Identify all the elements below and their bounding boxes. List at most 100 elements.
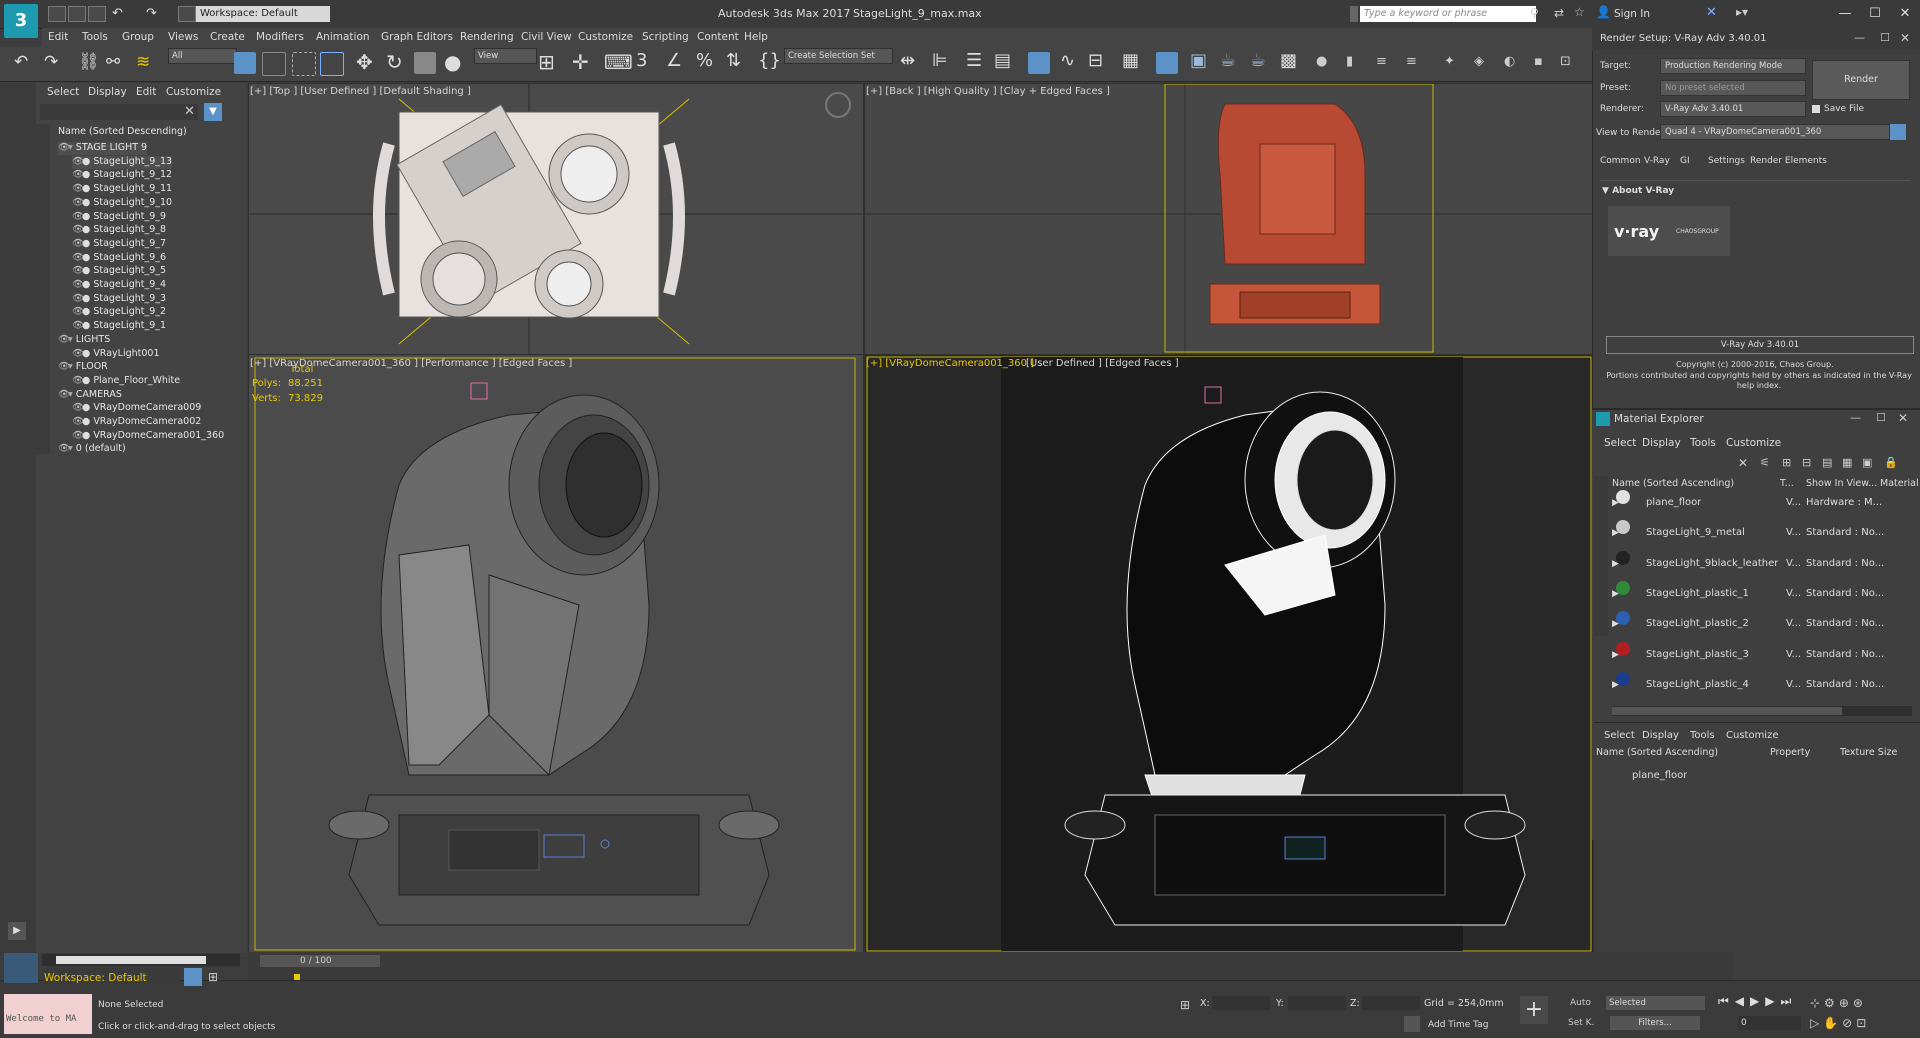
autodesk-a360-icon[interactable]: ✕ [1706, 5, 1717, 20]
render-setup-minimize[interactable]: — [1854, 31, 1865, 44]
menu-modifiers[interactable]: Modifiers [256, 31, 304, 43]
mat-lower-menu-customize[interactable]: Customize [1726, 730, 1779, 741]
scene-search-field[interactable] [40, 104, 198, 120]
schematic-view-icon[interactable]: ⊟ [1088, 50, 1103, 71]
pivot-icon[interactable]: ⊞ [538, 50, 555, 74]
material-show-in-view[interactable]: Standard : No... [1806, 588, 1884, 599]
time-tag-icon[interactable] [1404, 1016, 1420, 1032]
scene-menu-edit[interactable]: Edit [136, 86, 156, 98]
scene-tree-item[interactable]: 👁● VRayDomeCamera009 [72, 402, 201, 415]
expand-icon[interactable]: ▾ [68, 389, 76, 400]
visibility-eye-icon[interactable]: 👁 [72, 169, 84, 180]
search-input[interactable]: Type a keyword or phrase [1360, 6, 1536, 22]
visibility-eye-icon[interactable]: 👁 [72, 279, 84, 290]
mat-lower-header-name[interactable]: Name (Sorted Ascending) [1596, 747, 1718, 758]
render-production-icon[interactable]: ☕ [1220, 50, 1236, 71]
mat-header-t[interactable]: T... [1780, 478, 1794, 489]
viewport-top[interactable] [248, 83, 864, 355]
tab-settings[interactable]: Settings [1704, 153, 1749, 169]
scene-tree-item[interactable]: 👁● VRayDomeCamera001_360 [72, 430, 224, 443]
mat-lower-menu-select[interactable]: Select [1604, 730, 1635, 741]
tab-common[interactable]: Common [1596, 153, 1645, 169]
user-icon[interactable]: 👤 [1596, 5, 1611, 19]
scale-icon[interactable] [414, 52, 436, 74]
scene-tree-item[interactable]: 👁● StageLight_9_6 [72, 252, 166, 265]
target-dropdown[interactable]: Production Rendering Mode [1660, 58, 1806, 74]
render-setup-maximize[interactable]: ☐ [1880, 31, 1890, 44]
rotate-icon[interactable]: ↻ [386, 50, 403, 74]
material-name[interactable]: StageLight_plastic_2 [1646, 618, 1749, 629]
menu-edit[interactable]: Edit [48, 31, 68, 43]
material-type[interactable]: V... [1786, 618, 1801, 629]
visibility-eye-icon[interactable]: 👁 [72, 197, 84, 208]
project-folder-icon[interactable] [178, 6, 196, 22]
render-setup-icon[interactable] [1156, 52, 1178, 74]
open-file-icon[interactable] [68, 6, 86, 22]
mat-header-show[interactable]: Show In View... [1806, 478, 1877, 489]
vray-frame-buffer-icon[interactable]: ▩ [1280, 50, 1297, 71]
menu-help[interactable]: Help [744, 31, 768, 43]
visibility-eye-icon[interactable]: 👁 [72, 211, 84, 222]
viewport-camera-right[interactable] [864, 354, 1594, 954]
menu-create[interactable]: Create [210, 31, 245, 43]
preset-dropdown[interactable]: No preset selected [1660, 80, 1806, 96]
material-show-in-view[interactable]: Standard : No... [1806, 649, 1884, 660]
keyboard-shortcut-icon[interactable]: ⌨ [604, 50, 633, 74]
menu-graph-editors[interactable]: Graph Editors [381, 31, 453, 43]
workspace-dropdown[interactable]: Workspace: Default [196, 6, 330, 22]
viewport-camera-right-label-a[interactable]: [+] [VRayDomeCamera001_360 ] [866, 358, 1034, 369]
align-icon[interactable]: ⊫ [932, 50, 948, 71]
scene-tree-item[interactable]: 👁▾ LIGHTS [58, 334, 110, 347]
save-file-icon[interactable] [88, 6, 106, 22]
save-file-checkbox[interactable] [1812, 105, 1820, 113]
expand-icon[interactable]: ▾ [68, 334, 76, 345]
help-dropdown-icon[interactable]: ▸▾ [1736, 5, 1748, 19]
scene-tree-item[interactable]: 👁● StageLight_9_12 [72, 169, 172, 182]
redo-icon[interactable]: ↷ [146, 6, 157, 21]
material-show-in-view[interactable]: Standard : No... [1806, 558, 1884, 569]
visibility-eye-icon[interactable]: 👁 [72, 430, 84, 441]
selection-filter-dropdown[interactable]: All [168, 48, 237, 64]
menu-group[interactable]: Group [122, 31, 154, 43]
mat-hierarchy-icon-2[interactable]: ⊟ [1802, 456, 1811, 469]
scene-menu-customize[interactable]: Customize [166, 86, 221, 98]
render-setup-close[interactable]: ✕ [1900, 31, 1910, 45]
visibility-eye-icon[interactable]: 👁 [72, 224, 84, 235]
clear-search-icon[interactable]: ✕ [184, 104, 195, 119]
render-iterative-icon[interactable]: ☕ [1250, 50, 1266, 71]
material-show-in-view[interactable]: Standard : No... [1806, 679, 1884, 690]
mat-header-material[interactable]: Material [1880, 478, 1919, 489]
visibility-eye-icon[interactable]: 👁 [58, 361, 70, 372]
material-type[interactable]: V... [1786, 588, 1801, 599]
mat-clear-icon[interactable]: ✕ [1738, 456, 1748, 470]
binoculars-icon[interactable]: ⚲ [1530, 6, 1539, 20]
mat-lock-icon[interactable]: 🔒 [1884, 456, 1898, 469]
viewport-nav-icons-bottom[interactable]: ▷✋⊘⊡ [1810, 1016, 1870, 1030]
expand-icon[interactable]: ▾ [68, 443, 76, 454]
vray-toolbar-icon-3[interactable]: ≡ [1376, 54, 1387, 69]
layer-manager-icon[interactable]: ☰ [966, 50, 982, 71]
mat-filter-icon[interactable]: ⚟ [1760, 456, 1770, 469]
visibility-eye-icon[interactable]: 👁 [58, 334, 70, 345]
vray-toolbar-icon-4[interactable]: ≡ [1406, 54, 1417, 69]
current-frame-field[interactable]: 0 [1738, 1016, 1801, 1030]
about-vray-rollout[interactable]: ▼ About V-Ray [1602, 186, 1674, 196]
scene-menu-select[interactable]: Select [47, 86, 79, 98]
undo-toolbar-icon[interactable]: ↶ [14, 52, 28, 72]
material-type[interactable]: V... [1786, 497, 1801, 508]
mat-hscrollbar[interactable] [1612, 706, 1912, 716]
vray-toolbar-icon-2[interactable]: ▮ [1346, 54, 1353, 69]
viewport-nav-icons-top[interactable]: ⊹⚙⊕⊛ [1810, 996, 1867, 1010]
visibility-eye-icon[interactable]: 👁 [72, 402, 84, 413]
move-icon[interactable]: ✥ [356, 50, 373, 74]
redo-toolbar-icon[interactable]: ↷ [44, 52, 58, 72]
menu-views[interactable]: Views [168, 31, 198, 43]
scene-tree-item[interactable]: 👁▾ STAGE LIGHT 9 [58, 142, 148, 155]
visibility-eye-icon[interactable]: 👁 [58, 389, 70, 400]
exchange-icon[interactable]: ⇄ [1554, 6, 1564, 20]
tab-render-elements[interactable]: Render Elements [1746, 153, 1831, 169]
viewport-top-label[interactable]: [+] [Top ] [User Defined ] [Default Shad… [250, 86, 471, 97]
menu-content[interactable]: Content [697, 31, 739, 43]
select-by-name-icon[interactable] [262, 52, 286, 76]
mat-menu-select[interactable]: Select [1604, 437, 1636, 449]
